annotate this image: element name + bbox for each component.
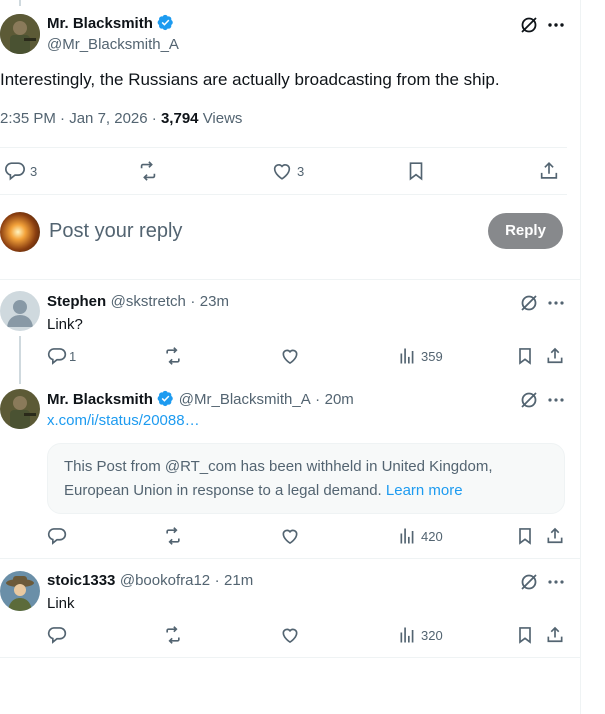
divider bbox=[0, 657, 580, 658]
views-count: 420 bbox=[421, 529, 443, 544]
verified-badge-icon bbox=[157, 390, 174, 407]
grok-icon[interactable] bbox=[519, 390, 539, 410]
author-name-text[interactable]: Mr. Blacksmith bbox=[47, 15, 153, 32]
reply-text: Link? bbox=[47, 316, 83, 333]
withheld-reason: European Union in response to a legal de… bbox=[64, 482, 382, 499]
share-icon[interactable] bbox=[545, 526, 565, 546]
reply-icon[interactable] bbox=[47, 346, 67, 366]
views-count: 3,794 bbox=[160, 110, 199, 127]
meta-separator: · bbox=[190, 293, 196, 310]
post-author-handle[interactable]: @Mr_Blacksmith_A bbox=[47, 36, 179, 53]
grok-icon[interactable] bbox=[519, 293, 539, 313]
reply-text: Link bbox=[47, 595, 75, 612]
reply-time[interactable]: 23m bbox=[200, 293, 229, 310]
learn-more-link[interactable]: Learn more bbox=[386, 482, 463, 499]
avatar[interactable] bbox=[0, 389, 40, 429]
thread-line bbox=[19, 336, 21, 384]
avatar-cartoon-image bbox=[0, 571, 40, 611]
reply-icon[interactable] bbox=[47, 625, 67, 645]
reply-time[interactable]: 21m bbox=[224, 572, 253, 589]
more-options-icon[interactable] bbox=[546, 390, 566, 410]
withheld-notice: This Post from @RT_com has been withheld… bbox=[47, 443, 565, 514]
author-handle[interactable]: @bookofra12 bbox=[120, 572, 210, 589]
bookmark-icon[interactable] bbox=[515, 526, 535, 546]
reply-header: stoic1333 @bookofra12 · 21m bbox=[47, 572, 253, 590]
reply-header: Mr. Blacksmith @Mr_Blacksmith_A · 20m bbox=[47, 390, 354, 409]
author-name[interactable]: stoic1333 bbox=[47, 572, 115, 589]
bookmark-icon[interactable] bbox=[515, 346, 535, 366]
grok-icon[interactable] bbox=[519, 15, 539, 35]
avatar[interactable] bbox=[0, 571, 40, 611]
more-options-icon[interactable] bbox=[546, 293, 566, 313]
views-icon[interactable] bbox=[398, 526, 418, 546]
repost-icon[interactable] bbox=[137, 160, 159, 182]
default-avatar-icon bbox=[7, 300, 33, 327]
repost-icon[interactable] bbox=[163, 625, 183, 645]
reply-header: Stephen @skstretch · 23m bbox=[47, 293, 229, 311]
more-options-icon[interactable] bbox=[546, 572, 566, 592]
share-icon[interactable] bbox=[538, 160, 560, 182]
like-icon[interactable] bbox=[271, 160, 293, 182]
repost-icon[interactable] bbox=[163, 526, 183, 546]
divider bbox=[0, 147, 567, 148]
author-handle[interactable]: @skstretch bbox=[111, 293, 186, 310]
withheld-text-line2: European Union in response to a legal de… bbox=[64, 482, 463, 499]
timeline-right-border bbox=[580, 0, 581, 714]
avatar[interactable] bbox=[0, 291, 40, 331]
author-name[interactable]: Stephen bbox=[47, 293, 106, 310]
avatar[interactable] bbox=[0, 14, 40, 54]
views-icon[interactable] bbox=[398, 346, 418, 366]
author-name[interactable]: Mr. Blacksmith bbox=[47, 391, 153, 408]
divider bbox=[0, 194, 567, 195]
meta-separator: · bbox=[214, 572, 220, 589]
like-count: 3 bbox=[297, 164, 305, 179]
meta-separator: · bbox=[60, 110, 66, 127]
more-options-icon[interactable] bbox=[546, 15, 566, 35]
divider bbox=[0, 558, 580, 559]
reply-count: 3 bbox=[30, 164, 38, 179]
reply-button[interactable]: Reply bbox=[488, 213, 563, 249]
repost-icon[interactable] bbox=[163, 346, 183, 366]
views-label: Views bbox=[202, 110, 243, 127]
reply-count: 1 bbox=[69, 349, 77, 364]
like-icon[interactable] bbox=[280, 625, 300, 645]
views-count: 320 bbox=[421, 628, 443, 643]
share-icon[interactable] bbox=[545, 346, 565, 366]
meta-separator: · bbox=[151, 110, 157, 127]
bookmark-icon[interactable] bbox=[405, 160, 427, 182]
current-user-avatar[interactable] bbox=[0, 212, 40, 252]
post-author-name[interactable]: Mr. Blacksmith bbox=[47, 14, 174, 32]
post-meta: 2:35 PM · Jan 7, 2026 · 3,794 Views bbox=[0, 110, 242, 127]
views-icon[interactable] bbox=[398, 625, 418, 645]
reply-input[interactable]: Post your reply bbox=[49, 220, 182, 243]
withheld-text-line1: This Post from @RT_com has been withheld… bbox=[64, 458, 493, 475]
reply-icon[interactable] bbox=[47, 526, 67, 546]
post-date[interactable]: Jan 7, 2026 bbox=[69, 110, 147, 127]
like-icon[interactable] bbox=[280, 526, 300, 546]
thread-connector-top bbox=[19, 0, 21, 6]
divider bbox=[0, 279, 580, 280]
grok-icon[interactable] bbox=[519, 572, 539, 592]
avatar-soldier-image bbox=[0, 14, 40, 54]
views-count: 359 bbox=[421, 349, 443, 364]
reply-time[interactable]: 20m bbox=[325, 391, 354, 408]
avatar-soldier-image bbox=[0, 389, 40, 429]
share-icon[interactable] bbox=[545, 625, 565, 645]
reply-icon[interactable] bbox=[4, 160, 26, 182]
author-handle[interactable]: @Mr_Blacksmith_A bbox=[179, 391, 311, 408]
meta-separator: · bbox=[315, 391, 321, 408]
verified-badge-icon bbox=[157, 14, 174, 31]
status-link[interactable]: x.com/i/status/20088… bbox=[47, 412, 200, 429]
like-icon[interactable] bbox=[280, 346, 300, 366]
post-time[interactable]: 2:35 PM bbox=[0, 110, 56, 127]
post-text: Interestingly, the Russians are actually… bbox=[0, 70, 500, 89]
bookmark-icon[interactable] bbox=[515, 625, 535, 645]
